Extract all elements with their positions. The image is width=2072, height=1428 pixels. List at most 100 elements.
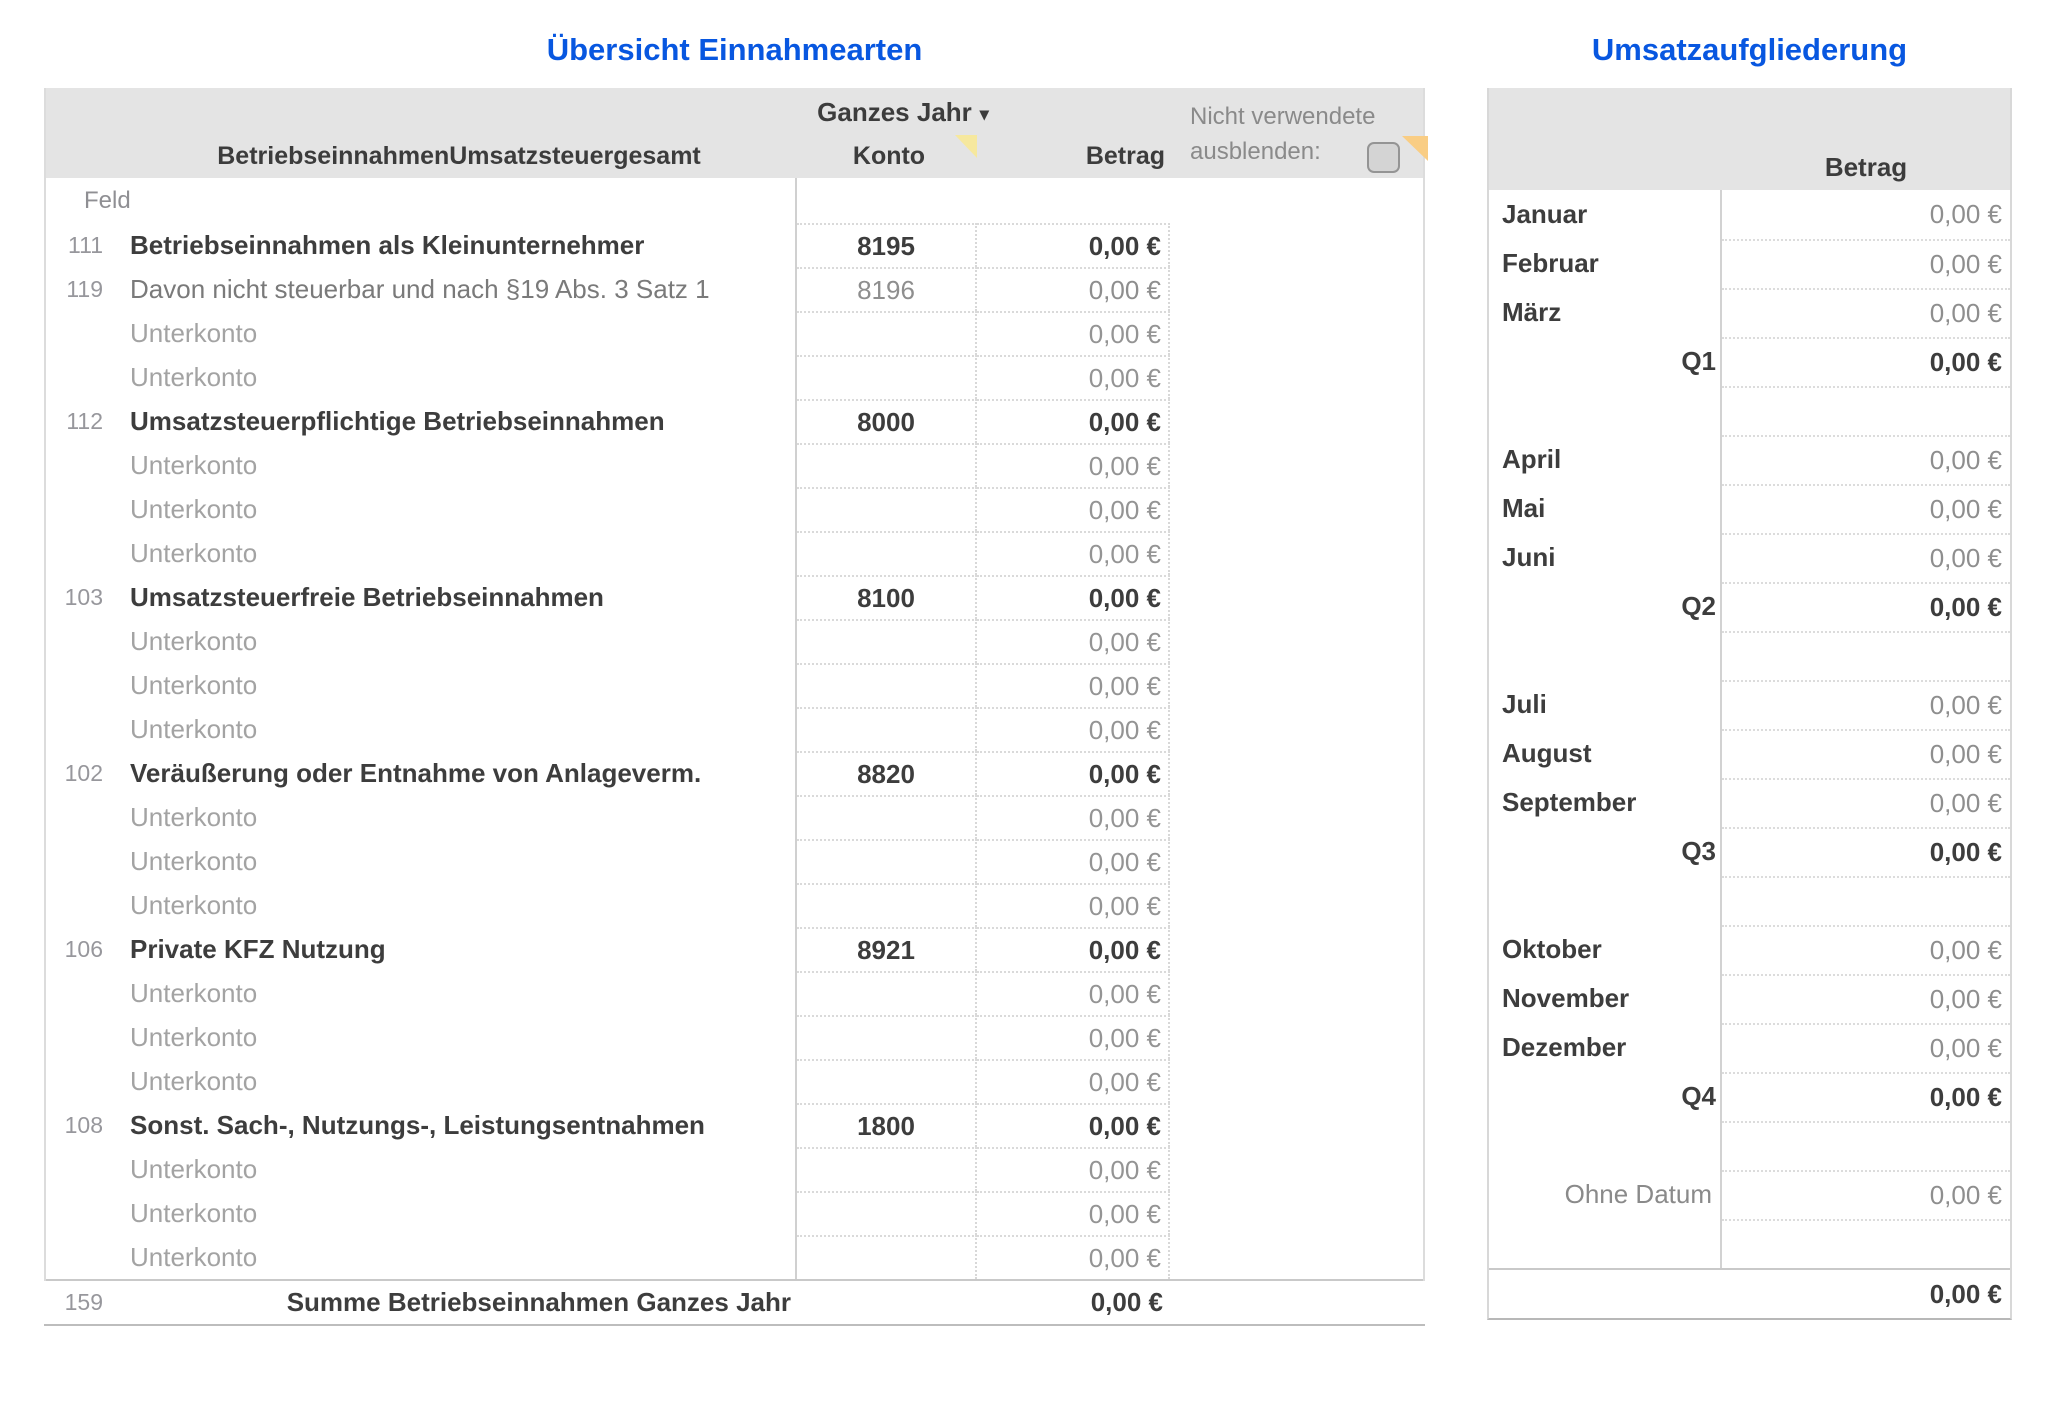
feld-cell[interactable] — [46, 619, 117, 663]
feld-cell[interactable] — [46, 883, 117, 927]
betrag-cell[interactable]: 0,00 € — [1722, 190, 2010, 239]
table-row[interactable]: April0,00 € — [1489, 435, 2010, 484]
betrag-cell[interactable]: 0,00 € — [977, 1147, 1170, 1191]
period-label-cell[interactable]: September — [1489, 778, 1722, 827]
betrag-cell[interactable]: 0,00 € — [977, 663, 1170, 707]
feld-cell[interactable] — [46, 443, 117, 487]
table-row[interactable]: 103Umsatzsteuerfreie Betriebseinnahmen81… — [46, 575, 1423, 619]
feld-cell[interactable]: 108 — [46, 1103, 117, 1147]
betrag-cell[interactable] — [1722, 631, 2010, 680]
label-cell[interactable]: Veräußerung oder Entnahme von Anlageverm… — [117, 751, 797, 795]
table-row[interactable]: 119Davon nicht steuerbar und nach §19 Ab… — [46, 267, 1423, 311]
konto-cell[interactable]: 8820 — [797, 751, 977, 795]
table-row[interactable]: Unterkonto0,00 € — [46, 1235, 1423, 1279]
konto-cell[interactable] — [797, 1191, 977, 1235]
betrag-cell[interactable]: 0,00 € — [1722, 435, 2010, 484]
konto-cell[interactable] — [797, 355, 977, 399]
period-label-cell[interactable]: März — [1489, 288, 1722, 337]
table-row[interactable]: November0,00 € — [1489, 974, 2010, 1023]
konto-cell[interactable] — [797, 1147, 977, 1191]
betrag-cell[interactable]: 0,00 € — [1722, 680, 2010, 729]
label-cell[interactable]: Unterkonto — [117, 531, 797, 575]
period-label-cell[interactable]: Q2 — [1489, 582, 1722, 631]
betrag-cell[interactable]: 0,00 € — [977, 707, 1170, 751]
feld-cell[interactable]: 106 — [46, 927, 117, 971]
betrag-cell[interactable]: 0,00 € — [977, 311, 1170, 355]
label-cell[interactable]: Davon nicht steuerbar und nach §19 Abs. … — [117, 267, 797, 311]
konto-cell[interactable] — [797, 707, 977, 751]
spacer-row[interactable] — [1489, 631, 2010, 680]
summary-row[interactable]: 159 Summe Betriebseinnahmen Ganzes Jahr … — [44, 1281, 1425, 1326]
konto-cell[interactable] — [797, 1059, 977, 1103]
betrag-cell[interactable]: 0,00 € — [977, 443, 1170, 487]
table-row[interactable]: Unterkonto0,00 € — [46, 311, 1423, 355]
period-label-cell[interactable]: Mai — [1489, 484, 1722, 533]
label-cell[interactable]: Unterkonto — [117, 487, 797, 531]
label-cell[interactable]: Unterkonto — [117, 355, 797, 399]
konto-cell[interactable] — [797, 487, 977, 531]
period-label-cell[interactable]: Q3 — [1489, 827, 1722, 876]
betrag-cell[interactable]: 0,00 € — [1722, 729, 2010, 778]
betrag-cell[interactable]: 0,00 € — [1722, 1023, 2010, 1072]
period-label-cell[interactable]: Februar — [1489, 239, 1722, 288]
umsatz-total-row[interactable]: 0,00 € — [1487, 1270, 2012, 1320]
label-cell[interactable]: Unterkonto — [117, 1147, 797, 1191]
table-row[interactable]: Juni0,00 € — [1489, 533, 2010, 582]
betrag-cell[interactable]: 0,00 € — [1722, 974, 2010, 1023]
konto-cell[interactable] — [797, 839, 977, 883]
table-row[interactable]: Q20,00 € — [1489, 582, 2010, 631]
betrag-cell[interactable]: 0,00 € — [1722, 827, 2010, 876]
table-row[interactable]: Oktober0,00 € — [1489, 925, 2010, 974]
feld-cell[interactable] — [46, 487, 117, 531]
feld-cell[interactable] — [46, 1235, 117, 1279]
konto-cell[interactable]: 8195 — [797, 223, 977, 267]
table-row[interactable]: Q10,00 € — [1489, 337, 2010, 386]
table-row[interactable]: September0,00 € — [1489, 778, 2010, 827]
period-label-cell[interactable]: Dezember — [1489, 1023, 1722, 1072]
label-cell[interactable]: Unterkonto — [117, 1015, 797, 1059]
betrag-cell[interactable]: 0,00 € — [977, 355, 1170, 399]
period-label-cell[interactable]: Ohne Datum — [1489, 1170, 1722, 1219]
period-label-cell[interactable]: August — [1489, 729, 1722, 778]
hide-unused-checkbox[interactable] — [1367, 142, 1400, 173]
betrag-cell[interactable] — [1722, 1121, 2010, 1170]
betrag-cell[interactable]: 0,00 € — [1722, 778, 2010, 827]
period-label-cell[interactable]: Q1 — [1489, 337, 1722, 386]
feld-cell[interactable]: 103 — [46, 575, 117, 619]
betrag-cell[interactable]: 0,00 € — [977, 531, 1170, 575]
betrag-cell[interactable]: 0,00 € — [1722, 239, 2010, 288]
betrag-cell[interactable]: 0,00 € — [1722, 533, 2010, 582]
label-cell[interactable]: Unterkonto — [117, 663, 797, 707]
konto-cell[interactable] — [797, 883, 977, 927]
betrag-cell[interactable] — [1722, 386, 2010, 435]
betrag-cell[interactable]: 0,00 € — [1722, 582, 2010, 631]
table-row[interactable]: 102Veräußerung oder Entnahme von Anlagev… — [46, 751, 1423, 795]
konto-cell[interactable] — [797, 311, 977, 355]
table-row[interactable]: Mai0,00 € — [1489, 484, 2010, 533]
konto-cell[interactable]: 8100 — [797, 575, 977, 619]
table-row[interactable]: Unterkonto0,00 € — [46, 883, 1423, 927]
betrag-cell[interactable]: 0,00 € — [977, 399, 1170, 443]
table-row[interactable]: Unterkonto0,00 € — [46, 1015, 1423, 1059]
spacer-row[interactable] — [1489, 1219, 2010, 1268]
label-cell[interactable]: Unterkonto — [117, 707, 797, 751]
betrag-cell[interactable]: 0,00 € — [1722, 1072, 2010, 1121]
table-row[interactable]: Unterkonto0,00 € — [46, 443, 1423, 487]
label-cell[interactable]: Private KFZ Nutzung — [117, 927, 797, 971]
label-cell[interactable]: Unterkonto — [117, 1191, 797, 1235]
betrag-cell[interactable]: 0,00 € — [977, 575, 1170, 619]
konto-cell[interactable] — [797, 795, 977, 839]
label-cell[interactable]: Unterkonto — [117, 839, 797, 883]
betrag-cell[interactable]: 0,00 € — [977, 795, 1170, 839]
feld-cell[interactable] — [46, 839, 117, 883]
betrag-cell[interactable]: 0,00 € — [977, 1059, 1170, 1103]
table-row[interactable]: August0,00 € — [1489, 729, 2010, 778]
feld-cell[interactable] — [46, 1059, 117, 1103]
konto-cell[interactable] — [797, 531, 977, 575]
period-label-cell[interactable] — [1489, 1121, 1722, 1170]
betrag-cell[interactable]: 0,00 € — [1722, 1170, 2010, 1219]
table-row[interactable]: Unterkonto0,00 € — [46, 971, 1423, 1015]
konto-cell[interactable]: 1800 — [797, 1103, 977, 1147]
table-row[interactable]: Unterkonto 0,00 € — [46, 355, 1423, 399]
period-label-cell[interactable]: Oktober — [1489, 925, 1722, 974]
